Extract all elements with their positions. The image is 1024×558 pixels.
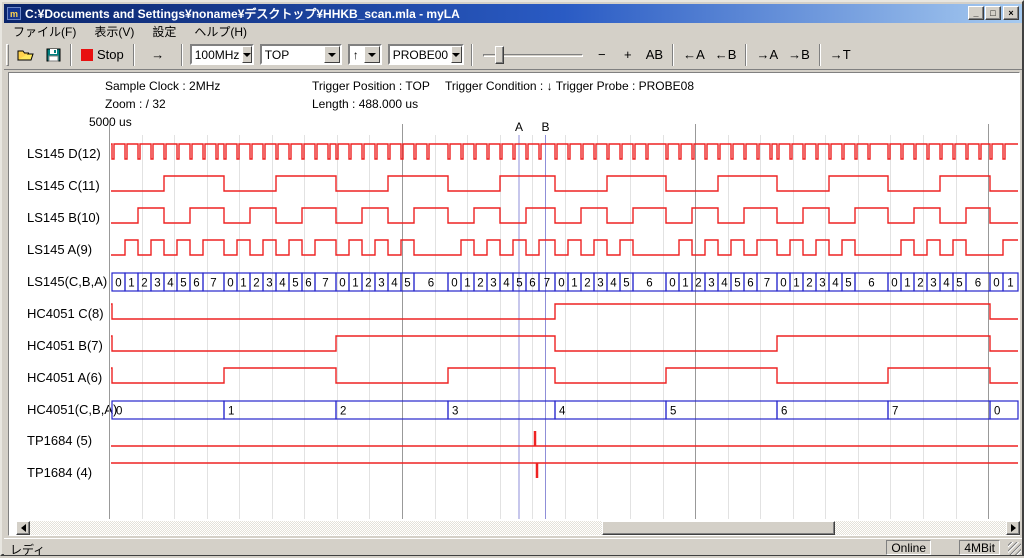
app-icon: m	[7, 7, 21, 20]
zoom-info: Zoom : / 32	[105, 97, 166, 111]
channel-label: TP1684 (4)	[27, 465, 92, 480]
zoom-slider[interactable]	[483, 44, 583, 66]
channel-label: LS145(C,B,A)	[27, 274, 107, 289]
scroll-right-button[interactable]	[1006, 521, 1020, 535]
goto-cursor-b-button[interactable]: ←B	[710, 43, 742, 67]
toolbar-separator	[181, 44, 183, 66]
channel-label: HC4051 C(8)	[27, 306, 104, 321]
zoom-ab-button[interactable]: AB	[641, 43, 668, 67]
goto-cursor-a-button[interactable]: ←A	[678, 43, 710, 67]
menu-item-0[interactable]: ファイル(F)	[4, 22, 85, 41]
channel-label: LS145 B(10)	[27, 210, 100, 225]
channel-label: HC4051 A(6)	[27, 370, 102, 385]
zoom-in-button[interactable]: +	[615, 43, 641, 67]
save-floppy-icon	[46, 48, 61, 62]
stop-icon	[81, 49, 93, 61]
resize-grip[interactable]	[1008, 542, 1021, 555]
time-scale-label: 5000 us	[89, 115, 132, 129]
toolbar-separator	[819, 44, 821, 66]
cursor-a-label: A	[515, 120, 523, 134]
open-folder-icon	[17, 48, 35, 62]
sample-clock-combo[interactable]: 100MHz	[190, 44, 254, 65]
cursor-b-label: B	[542, 120, 550, 134]
channel-label: TP1684 (5)	[27, 433, 92, 448]
sample-clock-info: Sample Clock : 2MHz	[105, 79, 220, 93]
channel-label: LS145 D(12)	[27, 146, 101, 161]
trigger-position-combo[interactable]: TOP	[260, 44, 342, 65]
chevron-down-icon[interactable]	[451, 46, 462, 63]
open-file-button[interactable]	[12, 43, 40, 67]
waveform-panel	[8, 72, 1020, 536]
single-run-button[interactable]: →	[139, 43, 177, 67]
trigger-position-value: TOP	[262, 48, 324, 62]
save-button[interactable]	[40, 43, 66, 67]
set-cursor-a-button[interactable]: →A	[751, 43, 783, 67]
trigger-probe-combo[interactable]: PROBE00	[388, 44, 464, 65]
menu-item-3[interactable]: ヘルプ(H)	[185, 22, 256, 41]
trigger-position-info: Trigger Position : TOP	[312, 79, 430, 93]
toolbar-separator	[70, 44, 72, 66]
trigger-edge-combo[interactable]: ↑	[348, 44, 382, 65]
channel-label: HC4051 B(7)	[27, 338, 103, 353]
minimize-button[interactable]: _	[968, 6, 984, 20]
toolbar-separator	[745, 44, 747, 66]
left-arrow-icon	[17, 524, 26, 532]
toolbar-separator	[471, 44, 473, 66]
trigger-condition-info: Trigger Condition : ↓ Trigger Probe : PR…	[445, 79, 694, 93]
trigger-edge-value: ↑	[350, 48, 364, 62]
right-arrow-icon	[1011, 524, 1020, 532]
channel-label: LS145 C(11)	[27, 178, 100, 193]
stop-label: Stop	[97, 47, 124, 62]
zoom-slider-thumb[interactable]	[495, 46, 504, 64]
toolbar-separator	[672, 44, 674, 66]
zoom-out-button[interactable]: −	[589, 43, 615, 67]
set-cursor-b-button[interactable]: →B	[783, 43, 815, 67]
window-title: C:¥Documents and Settings¥noname¥デスクトップ¥…	[25, 5, 460, 22]
online-status: Online	[886, 540, 931, 555]
scroll-left-button[interactable]	[16, 521, 30, 535]
menu-item-1[interactable]: 表示(V)	[85, 22, 143, 41]
chevron-down-icon[interactable]	[242, 46, 252, 63]
title-bar: m C:¥Documents and Settings¥noname¥デスクトッ…	[4, 4, 1022, 23]
menu-item-2[interactable]: 設定	[143, 22, 185, 41]
goto-trigger-button[interactable]: →T	[825, 43, 856, 67]
toolbar-grip[interactable]	[6, 44, 9, 66]
toolbar-separator	[133, 44, 135, 66]
sample-clock-value: 100MHz	[192, 48, 243, 62]
toolbar: Stop → 100MHz TOP ↑ PROBE00 − + AB ←A ←B…	[4, 40, 1022, 70]
memory-status: 4MBit	[959, 540, 1000, 555]
chevron-down-icon[interactable]	[364, 46, 380, 63]
horizontal-scrollbar[interactable]	[16, 521, 1020, 535]
close-button[interactable]: ×	[1003, 6, 1019, 20]
menu-bar: ファイル(F)表示(V)設定ヘルプ(H)	[4, 23, 1022, 40]
stop-button[interactable]: Stop	[76, 43, 129, 67]
scrollbar-thumb[interactable]	[602, 521, 835, 535]
status-bar: レディ Online 4MBit	[4, 538, 1022, 555]
channel-label: LS145 A(9)	[27, 242, 92, 257]
channel-label: HC4051(C,B,A)	[27, 402, 117, 417]
status-message: レディ	[10, 541, 45, 558]
maximize-button[interactable]: □	[985, 6, 1001, 20]
chevron-down-icon[interactable]	[324, 46, 340, 63]
length-info: Length : 488.000 us	[312, 97, 418, 111]
trigger-probe-value: PROBE00	[390, 48, 451, 62]
